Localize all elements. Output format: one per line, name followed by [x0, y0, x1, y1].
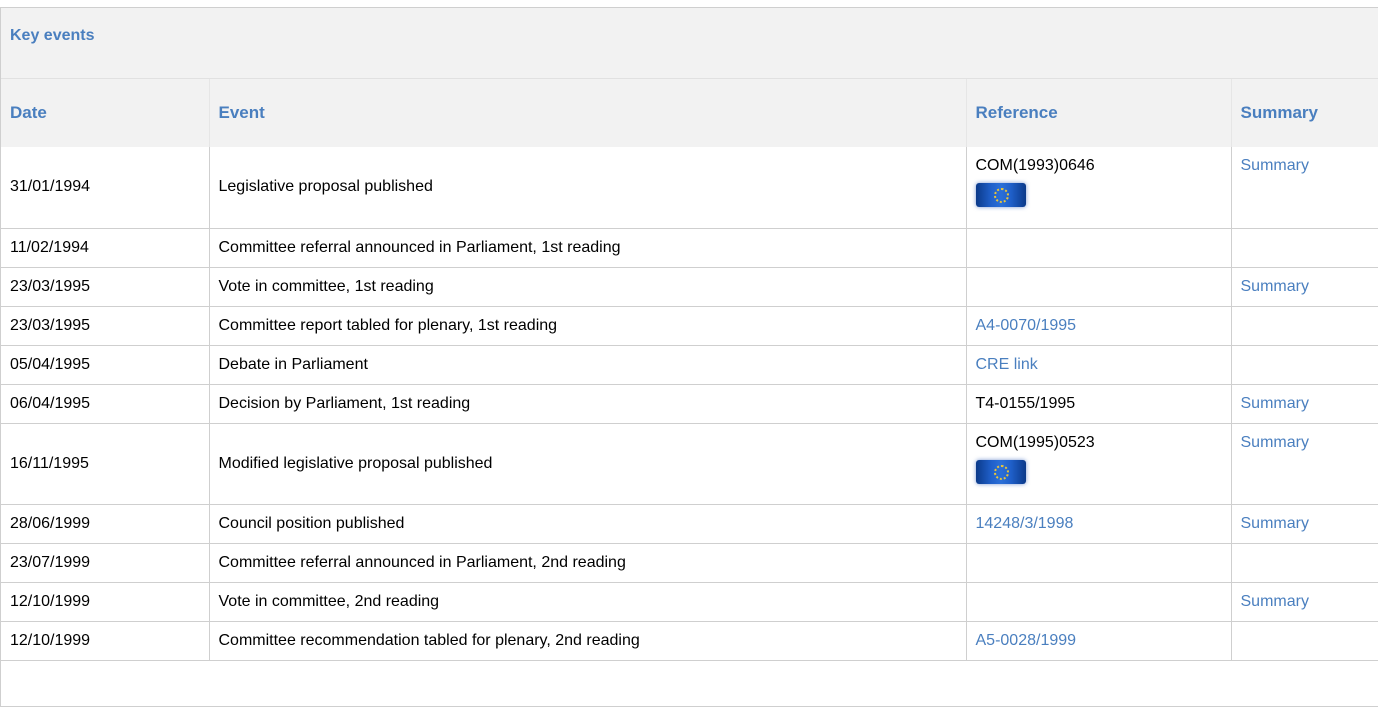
key-events-table: Date Event Reference Summary 31/01/1994 …: [1, 79, 1378, 661]
cell-event: Legislative proposal published: [208, 147, 967, 229]
cell-date: 11/02/1994: [1, 227, 210, 268]
cell-summary: [1230, 620, 1378, 661]
cell-date: 05/04/1995: [1, 344, 210, 385]
table-row: 28/06/1999 Council position published 14…: [1, 503, 1378, 544]
cell-summary: Summary: [1230, 503, 1378, 544]
cell-event: Debate in Parliament: [208, 344, 967, 385]
table-row: 23/03/1995 Committee report tabled for p…: [1, 305, 1378, 346]
table-header-row: Date Event Reference Summary: [1, 79, 1378, 147]
cell-event: Committee referral announced in Parliame…: [208, 227, 967, 268]
column-header-event[interactable]: Event: [209, 79, 967, 147]
table-row: 23/03/1995 Vote in committee, 1st readin…: [1, 266, 1378, 307]
cell-date: 31/01/1994: [1, 147, 210, 229]
cell-event: Committee referral announced in Parliame…: [208, 542, 967, 583]
cell-reference: [965, 227, 1232, 268]
cell-event: Modified legislative proposal published: [208, 422, 967, 505]
table-row: 12/10/1999 Vote in committee, 2nd readin…: [1, 581, 1378, 622]
reference-link[interactable]: 14248/3/1998: [976, 515, 1074, 532]
reference-link[interactable]: A4-0070/1995: [976, 317, 1077, 334]
table-row: 05/04/1995 Debate in Parliament CRE link: [1, 344, 1378, 385]
cell-date: 28/06/1999: [1, 503, 210, 544]
summary-link[interactable]: Summary: [1241, 515, 1309, 532]
cell-summary: Summary: [1230, 266, 1378, 307]
cell-date: 23/03/1995: [1, 305, 210, 346]
reference-text: COM(1993)0646: [975, 157, 1095, 174]
reference-link[interactable]: A5-0028/1999: [976, 632, 1077, 649]
column-header-summary[interactable]: Summary: [1231, 79, 1378, 147]
cell-reference: COM(1993)0646: [965, 147, 1232, 229]
summary-link[interactable]: Summary: [1241, 395, 1309, 412]
cre-link[interactable]: CRE link: [976, 356, 1038, 373]
cell-summary: Summary: [1230, 147, 1378, 229]
panel-title: Key events: [1, 8, 1378, 79]
table-row: 06/04/1995 Decision by Parliament, 1st r…: [1, 383, 1378, 424]
table-row: 31/01/1994 Legislative proposal publishe…: [1, 147, 1378, 229]
cell-date: 12/10/1999: [1, 581, 210, 622]
eu-flag-icon[interactable]: [975, 183, 1026, 207]
cell-summary: Summary: [1230, 383, 1378, 424]
cell-date: 12/10/1999: [1, 620, 210, 661]
cell-summary: [1230, 542, 1378, 583]
cell-reference: A4-0070/1995: [965, 305, 1232, 346]
cell-event: Committee report tabled for plenary, 1st…: [208, 305, 967, 346]
cell-date: 23/03/1995: [1, 266, 210, 307]
summary-link[interactable]: Summary: [1241, 157, 1309, 174]
column-header-date[interactable]: Date: [1, 79, 210, 147]
table-row: 16/11/1995 Modified legislative proposal…: [1, 422, 1378, 505]
reference-text: COM(1995)0523: [975, 433, 1095, 451]
cell-reference: T4-0155/1995: [965, 383, 1232, 424]
summary-link[interactable]: Summary: [1241, 593, 1309, 610]
eu-flag-icon[interactable]: [975, 459, 1026, 484]
cell-date: 23/07/1999: [1, 542, 210, 583]
cell-date: 06/04/1995: [1, 383, 210, 424]
cell-reference: [965, 581, 1232, 622]
cell-summary: [1230, 305, 1378, 346]
summary-link[interactable]: Summary: [1241, 434, 1309, 451]
cell-reference: CRE link: [965, 344, 1232, 385]
cell-event: Vote in committee, 1st reading: [208, 266, 967, 307]
key-events-panel: Key events Date Event Reference Summary …: [0, 7, 1378, 707]
cell-event: Vote in committee, 2nd reading: [208, 581, 967, 622]
cell-reference: [965, 542, 1232, 583]
column-header-reference[interactable]: Reference: [966, 79, 1232, 147]
cell-summary: Summary: [1230, 581, 1378, 622]
cell-summary: [1230, 227, 1378, 268]
cell-event: Council position published: [208, 503, 967, 544]
table-row: 23/07/1999 Committee referral announced …: [1, 542, 1378, 583]
cell-event: Decision by Parliament, 1st reading: [208, 383, 967, 424]
cell-summary: [1230, 344, 1378, 385]
cell-reference: 14248/3/1998: [965, 503, 1232, 544]
cell-date: 16/11/1995: [1, 422, 210, 505]
cell-reference: A5-0028/1999: [965, 620, 1232, 661]
cell-reference: COM(1995)0523: [965, 422, 1232, 505]
table-row: 11/02/1994 Committee referral announced …: [1, 227, 1378, 268]
summary-link[interactable]: Summary: [1241, 278, 1309, 295]
cell-event: Committee recommendation tabled for plen…: [208, 620, 967, 661]
table-row: 12/10/1999 Committee recommendation tabl…: [1, 620, 1378, 661]
cell-summary: Summary: [1230, 422, 1378, 505]
cell-reference: [965, 266, 1232, 307]
